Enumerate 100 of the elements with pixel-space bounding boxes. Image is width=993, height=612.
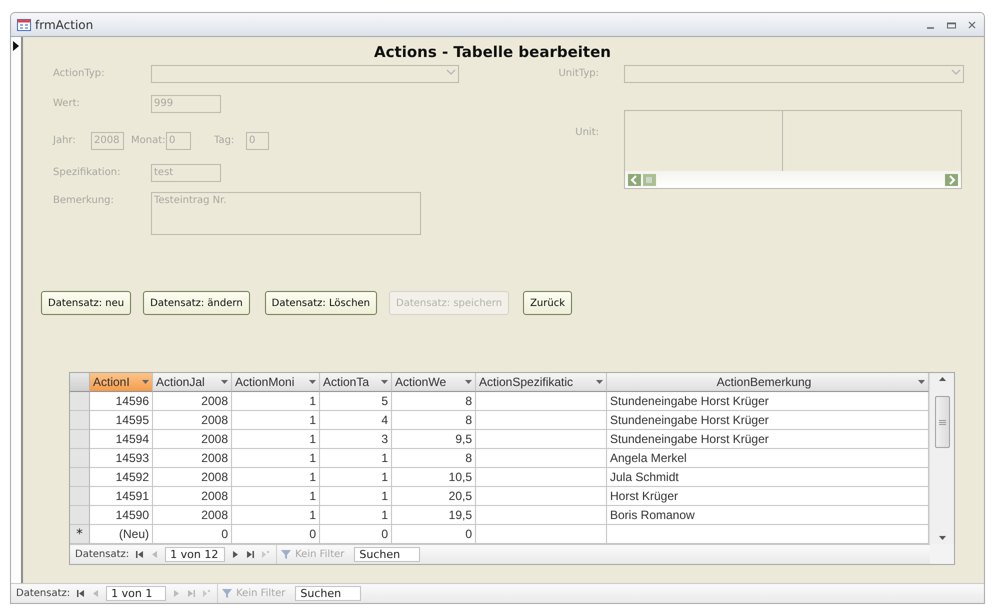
form-button[interactable]: Datensatz: Löschen: [264, 291, 378, 315]
previous-record-icon[interactable]: [150, 550, 160, 559]
table-cell: 14596: [116, 394, 149, 408]
column-header[interactable]: ActionJal: [153, 373, 232, 392]
form-icon: [17, 18, 31, 30]
row-selector[interactable]: [70, 487, 90, 506]
field-label: Spezifikation:: [53, 166, 122, 178]
table-cell: 0: [465, 527, 472, 541]
close-icon[interactable]: [968, 20, 976, 28]
record-position-field[interactable]: 1 von 1: [106, 586, 166, 601]
table-cell: 14595: [116, 413, 149, 427]
field-label: ActionTyp:: [53, 67, 106, 79]
caret-icon: [938, 536, 946, 540]
caret-icon: [381, 380, 388, 384]
record-label: Datensatz:: [75, 549, 130, 560]
funnel-icon: [222, 588, 234, 599]
window-title: frmAction: [35, 18, 94, 32]
column-header[interactable]: ActionBemerkung: [607, 373, 929, 392]
table-cell: 0: [381, 527, 388, 541]
table-cell: 1: [381, 508, 388, 522]
table-cell: 14591: [116, 489, 149, 503]
table-cell: Stundeneingabe Horst Krüger: [610, 413, 769, 427]
caret-icon: [938, 377, 946, 381]
row-selector[interactable]: [70, 506, 90, 525]
new-row-marker: *: [76, 526, 83, 542]
column-header[interactable]: ActionMoni: [232, 373, 320, 392]
table-cell: (Neu): [118, 527, 149, 541]
record-position-field[interactable]: 1 von 12: [165, 547, 226, 562]
table-cell: 2008: [201, 489, 228, 503]
table-cell: 1: [381, 489, 388, 503]
column-header[interactable]: ActionWe: [392, 373, 476, 392]
field-label: Wert:: [53, 97, 81, 109]
table-cell: 14590: [116, 508, 149, 522]
row-selector[interactable]: [70, 468, 90, 487]
column-header[interactable]: ActionTa: [320, 373, 392, 392]
caret-icon: [142, 380, 149, 384]
table-cell: Angela Merkel: [610, 451, 687, 465]
table-cell: 8: [465, 413, 472, 427]
table-cell: 9,5: [455, 432, 472, 446]
table-cell: 1: [309, 394, 316, 408]
search-field[interactable]: Suchen: [295, 586, 362, 601]
field-label: Unit:: [574, 126, 599, 138]
last-record-icon[interactable]: [246, 550, 256, 559]
row-selector[interactable]: [70, 449, 90, 468]
caret-icon: [465, 380, 472, 384]
select-all-corner[interactable]: [70, 373, 90, 392]
previous-record-icon[interactable]: [91, 589, 100, 598]
table-cell: 1: [309, 432, 316, 446]
field-label: UnitTyp:: [557, 67, 599, 79]
row-selector[interactable]: [70, 430, 90, 449]
table-cell: Jula Schmidt: [610, 470, 679, 484]
first-record-icon[interactable]: [135, 550, 144, 559]
field-label: Jahr:: [53, 134, 77, 146]
row-selector[interactable]: *: [70, 525, 90, 544]
table-cell: 20,5: [448, 489, 472, 503]
table-cell: 1: [381, 451, 388, 465]
table-cell: Horst Krüger: [610, 489, 678, 503]
table-cell: 1: [381, 470, 388, 484]
table-cell: Boris Romanow: [610, 508, 695, 522]
table-cell: 4: [381, 413, 388, 427]
first-record-icon[interactable]: [76, 589, 86, 598]
record-label: Datensatz:: [16, 588, 70, 599]
new-record-icon[interactable]: [261, 550, 270, 559]
current-record-icon: [13, 41, 19, 51]
table-cell: 2008: [201, 413, 228, 427]
table-cell: 2008: [201, 394, 228, 408]
grip-icon: [938, 420, 946, 424]
field-label: Monat:: [131, 134, 166, 146]
caret-icon: [309, 380, 316, 384]
table-cell: 8: [465, 394, 472, 408]
table-cell: Stundeneingabe Horst Krüger: [610, 394, 769, 408]
field-label: Tag:: [214, 134, 236, 146]
next-record-icon[interactable]: [231, 550, 240, 559]
form-heading: Actions - Tabelle bearbeiten: [374, 43, 611, 63]
table-cell: 2008: [201, 508, 228, 522]
table-cell: 1: [309, 489, 316, 503]
table-cell: 1: [309, 508, 316, 522]
table-cell: 2008: [201, 451, 228, 465]
table-cell: 5: [381, 394, 388, 408]
table-cell: 0: [309, 527, 316, 541]
row-selector[interactable]: [70, 411, 90, 430]
table-cell: 14593: [116, 451, 149, 465]
table-cell: 14594: [116, 432, 149, 446]
table-cell: 0: [221, 527, 228, 541]
search-field[interactable]: Suchen: [354, 547, 420, 562]
table-cell: 10,5: [448, 470, 472, 484]
caret-icon: [221, 380, 228, 384]
new-record-icon[interactable]: [202, 589, 212, 598]
row-selector[interactable]: [70, 392, 90, 411]
column-header[interactable]: ActionI: [90, 373, 153, 392]
form-button[interactable]: Datensatz: ändern: [143, 291, 250, 315]
table-cell: 1: [309, 470, 316, 484]
maximize-icon[interactable]: [947, 20, 956, 28]
form-button[interactable]: Datensatz: neu: [41, 291, 132, 315]
table-cell: 8: [465, 451, 472, 465]
table-cell: 1: [309, 451, 316, 465]
caret-icon: [596, 380, 603, 384]
form-button[interactable]: Zurück: [523, 291, 572, 315]
funnel-icon: [281, 549, 292, 560]
column-header[interactable]: ActionSpezifikatic: [476, 373, 607, 392]
